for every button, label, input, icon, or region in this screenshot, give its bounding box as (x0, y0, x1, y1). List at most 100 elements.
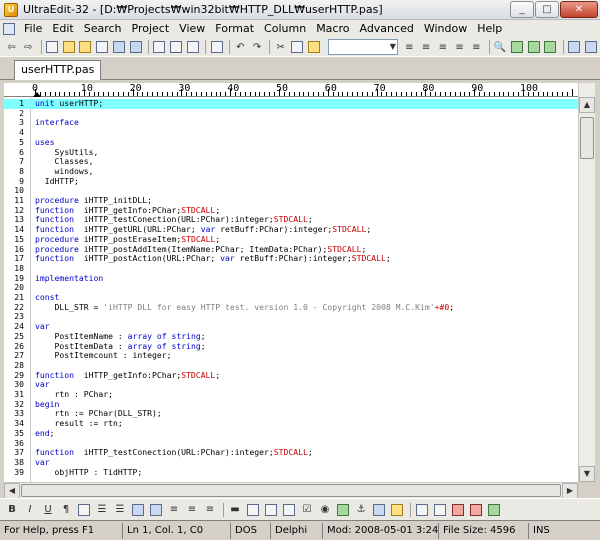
paste-icon[interactable] (307, 39, 322, 55)
code-line[interactable]: 27 PostItemcount : integer; (4, 350, 578, 361)
justify-icon[interactable]: ≡ (452, 39, 467, 55)
html-center-icon[interactable]: ≡ (166, 502, 182, 518)
horizontal-scroll-thumb[interactable] (21, 484, 561, 497)
html-validate-icon[interactable] (486, 502, 502, 518)
html-bold-icon[interactable]: B (4, 502, 20, 518)
code-line[interactable]: 37 function iHTTP_testConection(URL:PChar… (4, 447, 578, 458)
html-right-icon[interactable]: ≡ (202, 502, 218, 518)
close-button[interactable]: ✕ (560, 1, 598, 18)
code-line[interactable]: 23 (4, 312, 578, 322)
code-line[interactable]: 22 DLL_STR = 'iHTTP DLL for easy HTTP te… (4, 302, 578, 313)
menu-search[interactable]: Search (79, 20, 127, 38)
hex-mode-icon[interactable] (583, 39, 598, 55)
align-left-icon[interactable]: ≡ (402, 39, 417, 55)
code-line[interactable]: 31 rtn : PChar; (4, 389, 578, 400)
code-line[interactable]: 19 implementation (4, 273, 578, 284)
html-grid-icon[interactable] (414, 502, 430, 518)
find-prev-icon[interactable] (526, 39, 541, 55)
align-center-icon[interactable]: ≡ (419, 39, 434, 55)
html-paragraph-icon[interactable]: ¶ (58, 502, 74, 518)
code-line[interactable]: 8 windows, (4, 166, 578, 177)
column-mode-icon[interactable] (567, 39, 582, 55)
html-frame-icon[interactable] (432, 502, 448, 518)
code-line[interactable]: 20 (4, 283, 578, 293)
html-form-icon[interactable] (263, 502, 279, 518)
menu-file[interactable]: File (19, 20, 47, 38)
html-ordered-list-icon[interactable]: ☰ (112, 502, 128, 518)
html-list-icon[interactable]: ☰ (94, 502, 110, 518)
menu-format[interactable]: Format (210, 20, 259, 38)
new-file-icon[interactable] (44, 39, 59, 55)
code-line[interactable]: 9 IdHTTP; (4, 176, 578, 187)
copy-icon[interactable] (290, 39, 305, 55)
menu-project[interactable]: Project (127, 20, 175, 38)
html-heading-icon[interactable] (148, 502, 164, 518)
scroll-left-icon[interactable]: ◀ (4, 483, 20, 499)
vertical-scroll-thumb[interactable] (580, 117, 594, 159)
horizontal-scrollbar[interactable]: ◀ ▶ (4, 482, 578, 499)
html-textarea-icon[interactable] (281, 502, 297, 518)
code-line[interactable]: 4 (4, 127, 578, 138)
code-line[interactable]: 39 objHTTP : TidHTTP; (4, 467, 578, 478)
page-setup-icon[interactable] (186, 39, 201, 55)
html-font-icon[interactable] (130, 502, 146, 518)
scroll-down-icon[interactable]: ▼ (579, 466, 595, 482)
cut-icon[interactable]: ✂ (273, 39, 288, 55)
html-italic-icon[interactable]: I (22, 502, 38, 518)
redo-icon[interactable]: ↷ (250, 39, 265, 55)
find-icon[interactable]: 🔍 (493, 39, 508, 55)
close-file-icon[interactable] (95, 39, 110, 55)
html-left-icon[interactable]: ≡ (184, 502, 200, 518)
scroll-up-icon[interactable]: ▲ (579, 97, 595, 113)
html-anchor-icon[interactable]: ⚓ (353, 502, 369, 518)
minimize-button[interactable]: _ (510, 1, 534, 18)
html-style-icon[interactable] (468, 502, 484, 518)
html-script-icon[interactable] (450, 502, 466, 518)
menu-column[interactable]: Column (259, 20, 311, 38)
code-line[interactable]: 29 function iHTTP_getInfo:PChar;STDCALL; (4, 370, 578, 381)
html-checkbox-icon[interactable]: ☑ (299, 502, 315, 518)
title-bar[interactable]: U UltraEdit-32 - [D:₩Projects₩win32bit₩H… (0, 0, 600, 20)
html-break-icon[interactable] (76, 502, 92, 518)
html-radio-icon[interactable]: ◉ (317, 502, 333, 518)
print-preview-icon[interactable] (169, 39, 184, 55)
html-image-icon[interactable] (335, 502, 351, 518)
indent-icon[interactable]: ≡ (469, 39, 484, 55)
menu-advanced[interactable]: Advanced (354, 20, 418, 38)
html-link-icon[interactable] (371, 502, 387, 518)
code-line[interactable]: 34 result := rtn; (4, 418, 578, 429)
replace-icon[interactable] (543, 39, 558, 55)
undo-icon[interactable]: ↶ (233, 39, 248, 55)
code-line[interactable]: 3 interface (4, 118, 578, 128)
vertical-scrollbar[interactable]: ▲ ▼ (578, 83, 595, 482)
find-next-icon[interactable] (509, 39, 524, 55)
align-right-icon[interactable]: ≡ (435, 39, 450, 55)
scroll-right-icon[interactable]: ▶ (562, 483, 578, 499)
forward-icon[interactable]: ⇨ (21, 39, 36, 55)
open-folder-icon[interactable] (61, 39, 76, 55)
code-line[interactable]: 2 (4, 108, 578, 119)
open-recent-icon[interactable] (78, 39, 93, 55)
html-underline-icon[interactable]: U (40, 502, 56, 518)
document-icon[interactable] (3, 23, 15, 35)
code-line[interactable]: 35 end; (4, 428, 578, 439)
code-line[interactable]: 17 function iHTTP_postAction(URL:PChar; v… (4, 253, 578, 264)
menu-view[interactable]: View (174, 20, 210, 38)
code-editor[interactable]: 1 unit userHTTP; 2 3 interface 4 5 uses 6 SysUti… (4, 97, 578, 482)
menu-window[interactable]: Window (419, 20, 472, 38)
menu-macro[interactable]: Macro (311, 20, 354, 38)
maximize-button[interactable]: □ (535, 1, 559, 18)
save-icon[interactable] (112, 39, 127, 55)
save-all-icon[interactable] (128, 39, 143, 55)
menu-edit[interactable]: Edit (47, 20, 78, 38)
html-table-icon[interactable] (245, 502, 261, 518)
menu-help[interactable]: Help (472, 20, 507, 38)
html-hr-icon[interactable]: ▬ (227, 502, 243, 518)
word-wrap-icon[interactable] (209, 39, 224, 55)
clipboard-combo[interactable] (327, 39, 398, 55)
back-icon[interactable]: ⇦ (4, 39, 19, 55)
html-preview-icon[interactable] (389, 502, 405, 518)
tab-userhttp-pas[interactable]: userHTTP.pas (14, 60, 102, 80)
current-code-line[interactable]: 1 unit userHTTP; (4, 98, 578, 109)
print-icon[interactable] (152, 39, 167, 55)
